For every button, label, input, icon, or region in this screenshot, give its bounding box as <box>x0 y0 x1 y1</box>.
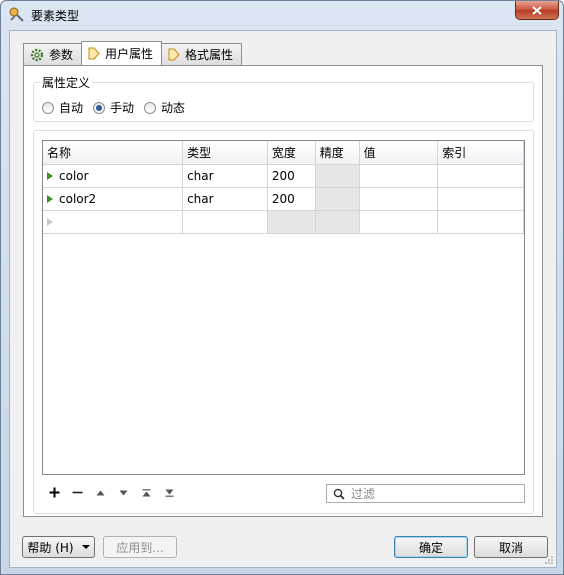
move-bottom-icon <box>165 489 174 497</box>
radio-dynamic[interactable]: 动态 <box>144 99 185 116</box>
cell-type[interactable] <box>182 210 268 234</box>
window-title: 要素类型 <box>31 9 80 23</box>
cell-value[interactable] <box>359 164 439 188</box>
radio-label: 自动 <box>59 101 84 115</box>
cell-width[interactable]: 200 <box>267 187 316 211</box>
dialog-window: 要素类型 参数 用户属性 格式属性 属性定义 自动 手动 动态 名称 类型 宽度… <box>0 0 564 575</box>
arrow-right-icon <box>88 47 100 60</box>
cell-width[interactable]: 200 <box>267 164 316 188</box>
tab-format-attributes[interactable]: 格式属性 <box>161 43 243 65</box>
radio-indicator[interactable] <box>144 101 157 114</box>
table-row[interactable]: color char 200 <box>43 164 524 188</box>
row-marker-icon <box>47 194 53 203</box>
cell-index[interactable] <box>437 164 524 188</box>
arrow-right-icon <box>168 48 180 61</box>
app-icon <box>9 7 24 22</box>
move-top-button[interactable] <box>138 484 155 501</box>
apply-button-label: 应用到... <box>116 540 164 555</box>
cell-value[interactable] <box>359 187 439 211</box>
cell-name[interactable] <box>43 210 184 234</box>
radio-indicator[interactable] <box>93 101 106 114</box>
radio-label: 动态 <box>161 101 186 115</box>
cell-precision <box>315 164 360 188</box>
table-toolbar <box>46 484 178 501</box>
move-bottom-button[interactable] <box>161 484 178 501</box>
close-icon <box>532 5 542 15</box>
table-header-row: 名称 类型 宽度 精度 值 索引 <box>43 141 524 165</box>
help-button-label: 帮助 (H) <box>27 540 74 555</box>
dialog-client: 参数 用户属性 格式属性 属性定义 自动 手动 动态 名称 类型 宽度 精度 值… <box>9 30 557 568</box>
cancel-button-label: 取消 <box>498 540 523 555</box>
gear-icon <box>30 48 44 61</box>
chevron-down-icon <box>81 545 90 549</box>
close-button[interactable] <box>515 1 559 20</box>
search-icon <box>333 488 345 500</box>
filter-placeholder: 过滤 <box>351 487 376 501</box>
cell-type[interactable]: char <box>182 164 268 188</box>
filter-input[interactable]: 过滤 <box>326 484 525 503</box>
row-marker-icon <box>47 171 53 180</box>
cell-precision <box>315 187 360 211</box>
new-row-marker-icon <box>47 217 53 226</box>
radio-indicator[interactable] <box>42 101 54 114</box>
help-button[interactable]: 帮助 (H) <box>22 536 95 558</box>
tab-parameters[interactable]: 参数 <box>23 43 83 65</box>
cell-precision <box>315 210 360 234</box>
tab-label: 用户属性 <box>105 47 154 61</box>
move-up-icon <box>96 490 105 495</box>
radio-manual[interactable]: 手动 <box>93 99 134 116</box>
move-down-icon <box>119 490 128 495</box>
ok-button-label: 确定 <box>418 540 443 555</box>
radio-label: 手动 <box>110 101 135 115</box>
attributes-frame: 名称 类型 宽度 精度 值 索引 color char 200 color2 c… <box>33 130 534 514</box>
attributes-table[interactable]: 名称 类型 宽度 精度 值 索引 color char 200 color2 c… <box>42 140 525 475</box>
add-row-button[interactable] <box>46 484 63 501</box>
move-top-icon <box>142 488 151 496</box>
cell-index[interactable] <box>437 210 524 234</box>
column-header-width[interactable]: 宽度 <box>267 141 316 165</box>
move-up-button[interactable] <box>92 484 109 501</box>
remove-row-button[interactable] <box>69 484 86 501</box>
cell-index[interactable] <box>437 187 524 211</box>
add-icon <box>49 487 60 498</box>
remove-icon <box>72 491 83 494</box>
title-bar[interactable]: 要素类型 <box>1 1 563 29</box>
tab-panel-user-attributes: 属性定义 自动 手动 动态 名称 类型 宽度 精度 值 索引 color cha… <box>23 65 543 517</box>
tab-label: 格式属性 <box>185 48 234 62</box>
column-header-precision[interactable]: 精度 <box>315 141 360 165</box>
table-new-row[interactable] <box>43 210 524 234</box>
ok-button[interactable]: 确定 <box>394 536 468 558</box>
cell-type[interactable]: char <box>182 187 268 211</box>
cell-name-text: color2 <box>59 191 97 206</box>
table-row[interactable]: color2 char 200 <box>43 187 524 211</box>
column-header-index[interactable]: 索引 <box>437 141 524 165</box>
tab-label: 参数 <box>49 48 74 62</box>
cell-name[interactable]: color <box>43 164 184 188</box>
tab-user-attributes[interactable]: 用户属性 <box>81 41 163 65</box>
cell-width <box>267 210 316 234</box>
cell-value[interactable] <box>359 210 439 234</box>
cell-name[interactable]: color2 <box>43 187 184 211</box>
radio-group: 自动 手动 动态 <box>42 99 185 116</box>
resize-grip-icon[interactable] <box>544 555 554 565</box>
apply-to-button: 应用到... <box>103 536 177 558</box>
cancel-button[interactable]: 取消 <box>474 536 548 558</box>
cell-name-text: color <box>59 168 89 183</box>
radio-auto[interactable]: 自动 <box>42 99 83 116</box>
column-header-type[interactable]: 类型 <box>182 141 268 165</box>
attribute-definition-group: 属性定义 自动 手动 动态 <box>33 74 534 122</box>
column-header-name[interactable]: 名称 <box>43 141 184 165</box>
group-legend: 属性定义 <box>40 74 93 91</box>
column-header-value[interactable]: 值 <box>359 141 439 165</box>
tab-bar: 参数 用户属性 格式属性 <box>23 41 243 65</box>
move-down-button[interactable] <box>115 484 132 501</box>
